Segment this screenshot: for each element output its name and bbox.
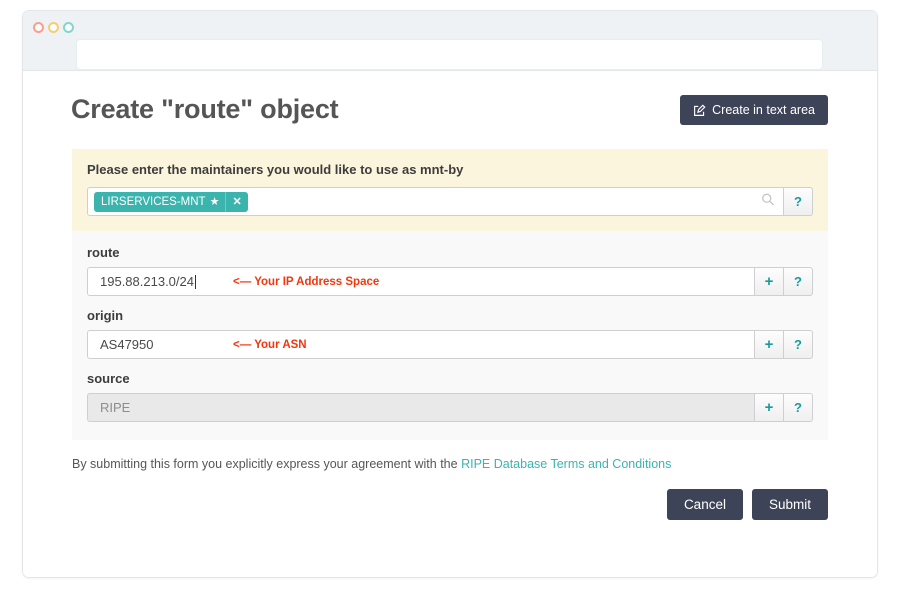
agreement-prefix: By submitting this form you explicitly e… — [72, 457, 462, 471]
origin-add-button[interactable]: + — [755, 330, 784, 359]
star-icon: ★ — [209, 195, 220, 208]
attribute-row-route: 195.88.213.0/24 <— Your IP Address Space… — [87, 267, 813, 296]
attribute-block-route: route 195.88.213.0/24 <— Your IP Address… — [87, 245, 813, 296]
maintainers-help-button[interactable]: ? — [784, 187, 813, 216]
maximize-window-button[interactable] — [63, 22, 74, 33]
form-footer: By submitting this form you explicitly e… — [72, 440, 828, 520]
route-annotation: <— Your IP Address Space — [233, 275, 380, 288]
minimize-window-button[interactable] — [48, 22, 59, 33]
text-caret — [194, 274, 196, 289]
maintainers-label: Please enter the maintainers you would l… — [87, 162, 464, 177]
origin-annotation: <— Your ASN — [233, 338, 307, 351]
maintainer-tag-label: LIRSERVICES-MNT — [101, 195, 206, 208]
source-add-button[interactable]: + — [755, 393, 784, 422]
route-add-button[interactable]: + — [755, 267, 784, 296]
attribute-block-source: source RIPE + ? — [87, 371, 813, 422]
maintainers-field-row: LIRSERVICES-MNT ★ ✕ ? — [87, 187, 813, 216]
page-title: Create "route" object — [71, 94, 339, 124]
route-input[interactable]: 195.88.213.0/24 <— Your IP Address Space — [87, 267, 755, 296]
source-input-value: RIPE — [100, 400, 131, 415]
create-in-text-area-button[interactable]: Create in text area — [680, 95, 828, 125]
terms-and-conditions-link[interactable]: RIPE Database Terms and Conditions — [461, 457, 671, 471]
attribute-label-source: source — [87, 371, 130, 386]
maintainers-panel: Please enter the maintainers you would l… — [72, 149, 828, 231]
attribute-label-route: route — [87, 245, 120, 260]
close-icon[interactable]: ✕ — [225, 191, 247, 212]
create-in-text-area-label: Create in text area — [712, 103, 815, 117]
origin-input-value: AS47950 — [100, 337, 154, 352]
page-header: Create "route" object Create in text are… — [23, 71, 877, 149]
page-content: Create "route" object Create in text are… — [23, 71, 877, 577]
source-help-button[interactable]: ? — [784, 393, 813, 422]
maintainers-input[interactable]: LIRSERVICES-MNT ★ ✕ — [87, 187, 784, 216]
form-actions: Cancel Submit — [72, 489, 828, 520]
browser-chrome-bar — [23, 11, 877, 71]
search-icon — [761, 192, 775, 211]
attribute-label-origin: origin — [87, 308, 124, 323]
submit-button[interactable]: Submit — [751, 489, 828, 520]
close-window-button[interactable] — [33, 22, 44, 33]
browser-window: Create "route" object Create in text are… — [22, 10, 878, 578]
address-bar[interactable] — [76, 39, 823, 70]
window-controls — [33, 22, 74, 33]
source-input: RIPE — [87, 393, 755, 422]
attributes-panel: route 195.88.213.0/24 <— Your IP Address… — [72, 231, 828, 440]
edit-square-icon — [693, 103, 706, 117]
origin-input[interactable]: AS47950 <— Your ASN — [87, 330, 755, 359]
origin-help-button[interactable]: ? — [784, 330, 813, 359]
route-help-button[interactable]: ? — [784, 267, 813, 296]
attribute-row-origin: AS47950 <— Your ASN + ? — [87, 330, 813, 359]
attribute-block-origin: origin AS47950 <— Your ASN + ? — [87, 308, 813, 359]
cancel-button[interactable]: Cancel — [666, 489, 743, 520]
agreement-text: By submitting this form you explicitly e… — [72, 457, 828, 471]
attribute-row-source: RIPE + ? — [87, 393, 813, 422]
maintainer-tag[interactable]: LIRSERVICES-MNT ★ ✕ — [94, 191, 248, 212]
route-input-value: 195.88.213.0/24 — [100, 274, 194, 289]
